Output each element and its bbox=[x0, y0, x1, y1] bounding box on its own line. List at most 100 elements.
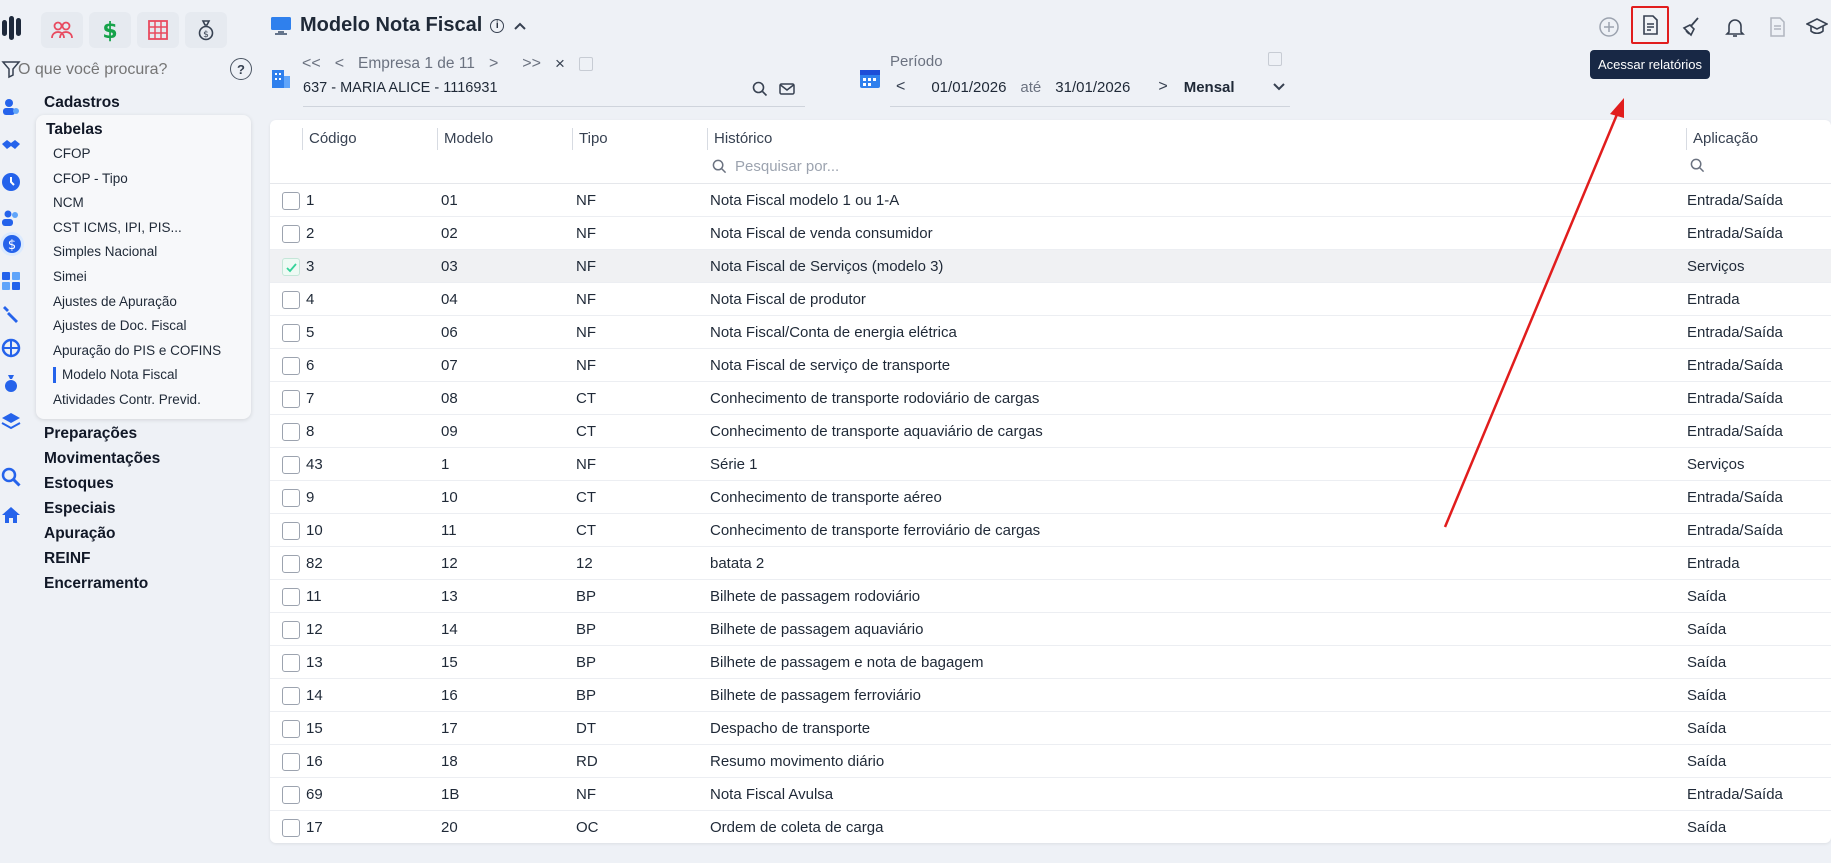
training-button[interactable] bbox=[1802, 13, 1831, 41]
nav-item-ncm[interactable]: NCM bbox=[36, 191, 251, 216]
column-header-modelo[interactable]: Modelo bbox=[437, 128, 493, 150]
empresa-last-button[interactable]: >> bbox=[522, 55, 541, 73]
clear-button[interactable] bbox=[1676, 13, 1706, 41]
row-checkbox[interactable] bbox=[282, 687, 300, 705]
table-row[interactable]: 3 03 NF Nota Fiscal de Serviços (modelo 3) S… bbox=[270, 250, 1831, 283]
row-checkbox[interactable] bbox=[282, 258, 300, 276]
nav-item-cfop[interactable]: CFOP bbox=[36, 142, 251, 167]
tools-icon[interactable] bbox=[0, 303, 22, 325]
table-row[interactable]: 6 07 NF Nota Fiscal de serviço de transport… bbox=[270, 349, 1831, 382]
table-row[interactable]: 8 09 CT Conhecimento de transporte aquaviár… bbox=[270, 415, 1831, 448]
nav-section-especiais[interactable]: Especiais bbox=[36, 496, 251, 521]
table-row[interactable]: 9 10 CT Conhecimento de transporte aéreo Ent… bbox=[270, 481, 1831, 514]
row-checkbox[interactable] bbox=[282, 390, 300, 408]
row-checkbox[interactable] bbox=[282, 291, 300, 309]
column-header-tipo[interactable]: Tipo bbox=[572, 128, 608, 150]
row-checkbox[interactable] bbox=[282, 654, 300, 672]
periodo-checkbox[interactable] bbox=[1268, 52, 1282, 66]
search-input[interactable] bbox=[18, 61, 188, 79]
nav-section-movimentacoes[interactable]: Movimentações bbox=[36, 446, 251, 471]
home-icon[interactable] bbox=[0, 504, 22, 526]
column-header-historico[interactable]: Histórico bbox=[707, 128, 772, 150]
empresa-prev-button[interactable]: < bbox=[335, 55, 344, 73]
historico-filter-input[interactable]: Pesquisar por... bbox=[735, 158, 839, 175]
row-checkbox[interactable] bbox=[282, 225, 300, 243]
table-row[interactable]: 17 20 OC Ordem de coleta de carga Saída bbox=[270, 811, 1831, 843]
handshake-icon[interactable] bbox=[0, 134, 22, 156]
row-checkbox[interactable] bbox=[282, 720, 300, 738]
spreadsheet-module-button[interactable] bbox=[137, 12, 179, 48]
network-icon[interactable] bbox=[0, 337, 22, 359]
nav-item-atividades-contr-previd[interactable]: Atividades Contr. Previd. bbox=[36, 388, 251, 413]
periodo-prev-button[interactable]: < bbox=[896, 78, 905, 96]
reports-button[interactable] bbox=[1631, 6, 1669, 44]
table-row[interactable]: 69 1B NF Nota Fiscal Avulsa Entrada/Saída bbox=[270, 778, 1831, 811]
mail-icon[interactable] bbox=[779, 81, 795, 97]
aplicacao-filter[interactable] bbox=[1690, 158, 1705, 173]
nav-section-estoques[interactable]: Estoques bbox=[36, 471, 251, 496]
nav-section-apuracao[interactable]: Apuração bbox=[36, 521, 251, 546]
chevron-up-icon[interactable] bbox=[512, 18, 528, 34]
nav-section-encerramento[interactable]: Encerramento bbox=[36, 571, 251, 596]
nav-item-simples-nacional[interactable]: Simples Nacional bbox=[36, 240, 251, 265]
row-checkbox[interactable] bbox=[282, 621, 300, 639]
table-row[interactable]: 1 01 NF Nota Fiscal modelo 1 ou 1-A Entrada/… bbox=[270, 184, 1831, 217]
calculator-icon[interactable] bbox=[0, 270, 22, 292]
nav-section-reinf[interactable]: REINF bbox=[36, 546, 251, 571]
row-checkbox[interactable] bbox=[282, 192, 300, 210]
table-row[interactable]: 14 16 BP Bilhete de passagem ferroviário Saí… bbox=[270, 679, 1831, 712]
row-checkbox[interactable] bbox=[282, 489, 300, 507]
table-row[interactable]: 4 04 NF Nota Fiscal de produtor Entrada bbox=[270, 283, 1831, 316]
table-row[interactable]: 2 02 NF Nota Fiscal de venda consumidor Entr… bbox=[270, 217, 1831, 250]
add-button[interactable] bbox=[1594, 13, 1624, 41]
row-checkbox[interactable] bbox=[282, 555, 300, 573]
table-row[interactable]: 43 1 NF Série 1 Serviços bbox=[270, 448, 1831, 481]
nav-item-ajustes-doc-fiscal[interactable]: Ajustes de Doc. Fiscal bbox=[36, 314, 251, 339]
nav-item-ajustes-apuracao[interactable]: Ajustes de Apuração bbox=[36, 290, 251, 315]
nav-section-tabelas[interactable]: Tabelas bbox=[36, 117, 251, 142]
dollar-icon[interactable]: $ bbox=[0, 232, 24, 256]
finance-module-button[interactable]: $ bbox=[89, 12, 131, 48]
money-module-button[interactable]: $ bbox=[185, 12, 227, 48]
layers-icon[interactable] bbox=[0, 410, 22, 432]
row-checkbox[interactable] bbox=[282, 522, 300, 540]
table-row[interactable]: 5 06 NF Nota Fiscal/Conta de energia elétri… bbox=[270, 316, 1831, 349]
periodo-mode-select[interactable]: Mensal bbox=[1184, 79, 1235, 96]
nav-section-preparacoes[interactable]: Preparações bbox=[36, 421, 251, 446]
search-icon[interactable] bbox=[752, 81, 768, 97]
column-header-codigo[interactable]: Código bbox=[302, 128, 357, 150]
clock-icon[interactable] bbox=[0, 171, 22, 193]
row-checkbox[interactable] bbox=[282, 324, 300, 342]
table-row[interactable]: 15 17 DT Despacho de transporte Saída bbox=[270, 712, 1831, 745]
chevron-down-icon[interactable] bbox=[1271, 79, 1287, 95]
nav-item-modelo-nota-fiscal[interactable]: Modelo Nota Fiscal bbox=[36, 363, 251, 388]
row-checkbox[interactable] bbox=[282, 786, 300, 804]
periodo-next-button[interactable]: > bbox=[1158, 78, 1167, 96]
row-checkbox[interactable] bbox=[282, 423, 300, 441]
row-checkbox[interactable] bbox=[282, 819, 300, 837]
periodo-start-date[interactable]: 01/01/2026 bbox=[931, 79, 1006, 96]
help-icon[interactable]: ? bbox=[230, 58, 252, 80]
magnifier-icon[interactable] bbox=[0, 466, 22, 488]
row-checkbox[interactable] bbox=[282, 456, 300, 474]
table-row[interactable]: 10 11 CT Conhecimento de transporte ferrovi… bbox=[270, 514, 1831, 547]
nav-item-cfop-tipo[interactable]: CFOP - Tipo bbox=[36, 167, 251, 192]
notifications-button[interactable] bbox=[1720, 13, 1750, 41]
contacts-module-button[interactable] bbox=[41, 12, 83, 48]
money-bag-icon[interactable] bbox=[0, 372, 22, 394]
periodo-end-date[interactable]: 31/01/2026 bbox=[1055, 79, 1130, 96]
table-row[interactable]: 82 12 12 batata 2 Entrada bbox=[270, 547, 1831, 580]
users-icon[interactable] bbox=[0, 96, 22, 118]
empresa-first-button[interactable]: << bbox=[302, 55, 321, 73]
nav-item-cst[interactable]: CST ICMS, IPI, PIS... bbox=[36, 216, 251, 241]
table-row[interactable]: 16 18 RD Resumo movimento diário Saída bbox=[270, 745, 1831, 778]
table-row[interactable]: 12 14 BP Bilhete de passagem aquaviário Saíd… bbox=[270, 613, 1831, 646]
people-icon[interactable] bbox=[0, 207, 22, 229]
table-row[interactable]: 7 08 CT Conhecimento de transporte rodoviár… bbox=[270, 382, 1831, 415]
nav-item-simei[interactable]: Simei bbox=[36, 265, 251, 290]
empresa-checkbox[interactable] bbox=[578, 57, 593, 71]
row-checkbox[interactable] bbox=[282, 357, 300, 375]
document-button[interactable] bbox=[1762, 13, 1792, 41]
table-row[interactable]: 13 15 BP Bilhete de passagem e nota de baga… bbox=[270, 646, 1831, 679]
empresa-clear-button[interactable]: × bbox=[555, 54, 565, 74]
